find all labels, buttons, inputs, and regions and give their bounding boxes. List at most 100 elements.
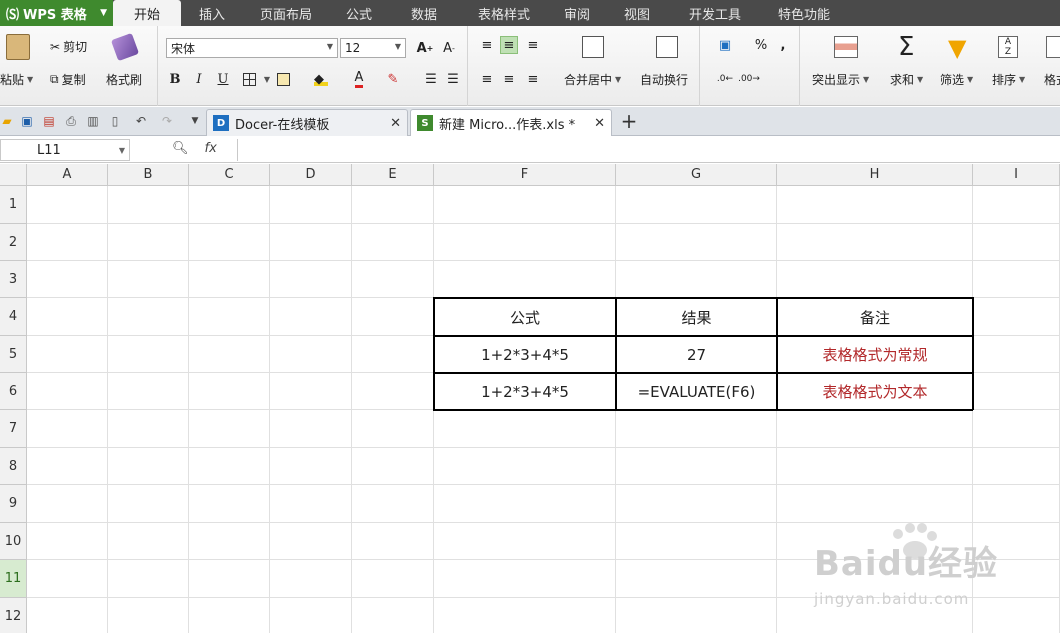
align-right-button[interactable]: ≡ — [524, 70, 542, 88]
table-cell[interactable]: 结果 — [616, 298, 777, 336]
wrap-text-button[interactable]: 自动换行 — [640, 71, 688, 88]
align-left-button[interactable]: ≡ — [478, 70, 496, 88]
name-box[interactable]: L11 ▼ — [0, 139, 130, 161]
table-cell[interactable]: 1+2*3+4*5 — [434, 336, 616, 373]
print-icon[interactable]: ⎙ — [64, 114, 78, 128]
sum-icon-button[interactable]: Σ — [898, 32, 914, 62]
borders-button[interactable] — [240, 70, 258, 88]
merge-style-button[interactable] — [274, 70, 292, 88]
column-header[interactable]: D — [270, 164, 352, 186]
table-cell[interactable]: 1+2*3+4*5 — [434, 373, 616, 410]
currency-button[interactable]: ▣ — [716, 36, 734, 54]
align-middle-button[interactable]: ≡ — [500, 36, 518, 54]
copy-button[interactable]: ⧉ 复制 — [50, 71, 86, 88]
menu-tab[interactable]: 页面布局 — [243, 0, 329, 26]
menu-tab[interactable]: 插入 — [181, 0, 243, 26]
row-header[interactable]: 3 — [0, 261, 27, 298]
align-center-button[interactable]: ≡ — [500, 70, 518, 88]
row-header[interactable]: 7 — [0, 410, 27, 448]
font-size-select[interactable]: 12 ▼ — [340, 38, 406, 58]
save-icon[interactable]: ▣ — [20, 114, 34, 128]
menu-tab[interactable]: 开发工具 — [669, 0, 761, 26]
highlight-button[interactable]: 突出显示 ▼ — [812, 71, 869, 88]
comma-button[interactable]: , — [774, 36, 792, 54]
customize-quick-access-icon[interactable]: ▼ — [188, 114, 202, 128]
underline-button[interactable]: U — [214, 70, 232, 88]
zoom-lookup-icon[interactable]: 🔍︎ — [172, 141, 189, 156]
table-cell[interactable]: 表格格式为文本 — [777, 373, 973, 410]
wrap-text-icon-button[interactable] — [656, 36, 678, 58]
format-painter-button[interactable] — [110, 32, 140, 62]
select-all-corner[interactable] — [0, 164, 27, 186]
grow-font-button[interactable]: A + — [416, 39, 434, 57]
close-icon[interactable]: ✕ — [594, 116, 605, 131]
row-header[interactable]: 2 — [0, 224, 27, 261]
column-header[interactable]: G — [616, 164, 777, 186]
table-cell[interactable]: 27 — [616, 336, 777, 373]
format-icon-button[interactable] — [1046, 36, 1060, 58]
undo-icon[interactable]: ↶ — [134, 114, 148, 128]
row-header[interactable]: 4 — [0, 298, 27, 336]
merge-center-icon-button[interactable] — [582, 36, 604, 58]
column-header[interactable]: E — [352, 164, 434, 186]
row-header[interactable]: 9 — [0, 485, 27, 523]
menu-tab[interactable]: 特色功能 — [761, 0, 847, 26]
percent-button[interactable]: % — [752, 36, 770, 54]
fill-color-button[interactable]: ◆ — [312, 70, 330, 88]
row-header[interactable]: 1 — [0, 186, 27, 224]
redo-icon[interactable]: ↷ — [160, 114, 174, 128]
filter-icon-button[interactable]: ▼ — [948, 34, 966, 62]
table-cell[interactable]: 备注 — [777, 298, 973, 336]
row-header[interactable]: 10 — [0, 523, 27, 560]
increase-decimal-button[interactable]: .0← — [716, 70, 734, 88]
decrease-decimal-button[interactable]: .00→ — [738, 70, 760, 88]
sort-button[interactable]: 排序 ▼ — [992, 71, 1025, 88]
merge-center-button[interactable]: 合并居中 ▼ — [564, 71, 621, 88]
menu-tab[interactable]: 视图 — [605, 0, 669, 26]
open-folder-icon[interactable]: ▰ — [0, 114, 14, 128]
insert-function-button[interactable]: fx — [205, 141, 217, 156]
format-painter-label[interactable]: 格式刷 — [106, 71, 142, 88]
row-header[interactable]: 12 — [0, 598, 27, 633]
row-header[interactable]: 6 — [0, 373, 27, 410]
formula-input[interactable] — [237, 139, 1060, 161]
decrease-indent-button[interactable]: ☰ — [422, 70, 440, 88]
table-cell[interactable]: =EVALUATE(F6) — [616, 373, 777, 410]
table-cell[interactable]: 表格格式为常规 — [777, 336, 973, 373]
app-menu-button[interactable]: 🄢 WPS 表格 ▼ — [0, 0, 113, 26]
paste-label[interactable]: 粘贴 ▼ — [0, 71, 33, 88]
table-cell[interactable]: 公式 — [434, 298, 616, 336]
sort-icon-button[interactable]: AZ — [998, 36, 1018, 58]
italic-button[interactable]: I — [190, 70, 208, 88]
column-header[interactable]: F — [434, 164, 616, 186]
increase-indent-button[interactable]: ☰ — [444, 70, 462, 88]
font-color-button[interactable]: A — [350, 70, 368, 88]
filter-button[interactable]: 筛选 ▼ — [940, 71, 973, 88]
menu-tab[interactable]: 数据 — [389, 0, 459, 26]
cut-button[interactable]: ✂ 剪切 — [50, 38, 87, 55]
sum-button[interactable]: 求和 ▼ — [890, 71, 923, 88]
column-header[interactable]: C — [189, 164, 270, 186]
highlight-icon-button[interactable] — [834, 36, 858, 58]
align-bottom-button[interactable]: ≡ — [524, 36, 542, 54]
column-header[interactable]: H — [777, 164, 973, 186]
menu-tab[interactable]: 表格样式 — [459, 0, 549, 26]
format-button[interactable]: 格式 — [1044, 71, 1060, 88]
clear-format-button[interactable]: ✎ — [384, 70, 402, 88]
export-pdf-icon[interactable]: ▤ — [42, 114, 56, 128]
new-tab-plus-icon[interactable]: + — [620, 109, 638, 133]
page-icon[interactable]: ▯ — [108, 114, 122, 128]
row-header[interactable]: 5 — [0, 336, 27, 373]
align-top-button[interactable]: ≡ — [478, 36, 496, 54]
row-header[interactable]: 11 — [0, 560, 27, 598]
column-header[interactable]: A — [27, 164, 108, 186]
menu-tab[interactable]: 开始 — [113, 0, 181, 26]
menu-tab[interactable]: 公式 — [329, 0, 389, 26]
print-preview-icon[interactable]: ▥ — [86, 114, 100, 128]
font-name-select[interactable]: 宋体 ▼ — [166, 38, 338, 58]
paste-button[interactable] — [6, 34, 30, 60]
bold-button[interactable]: B — [166, 70, 184, 88]
doc-tab-docer[interactable]: D Docer-在线模板 ✕ — [206, 109, 408, 136]
shrink-font-button[interactable]: A- — [440, 39, 458, 57]
column-header[interactable]: I — [973, 164, 1060, 186]
